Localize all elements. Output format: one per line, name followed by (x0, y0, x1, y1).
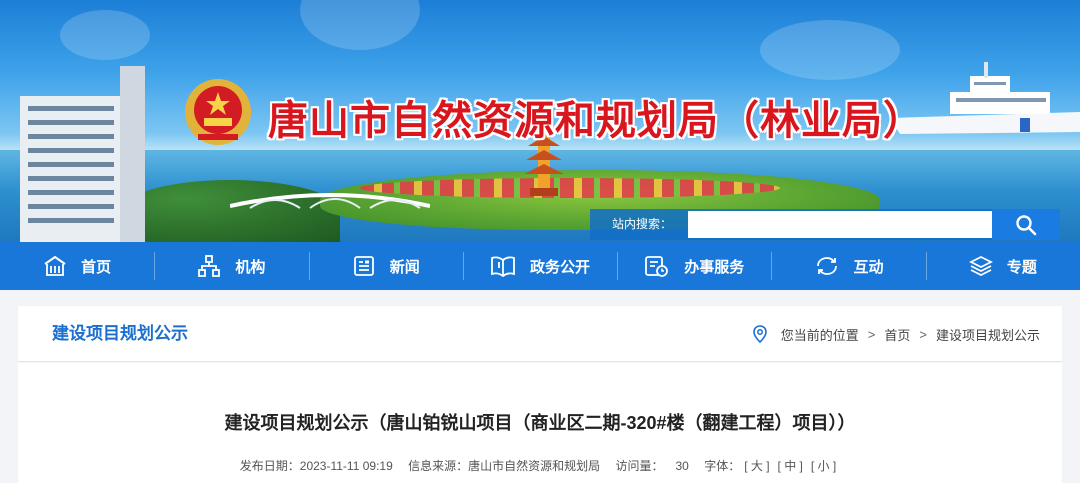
main-nav: 首页 机构 新闻 政务公开 办事服务 互动 专题 (0, 242, 1080, 290)
nav-item-label: 专题 (1006, 258, 1037, 276)
search-button[interactable] (992, 209, 1060, 240)
office-building-image (20, 66, 145, 242)
breadcrumb-separator: > (919, 326, 927, 342)
breadcrumb: 您当前的位置 > 首页 > 建设项目规划公示 (752, 306, 1040, 362)
nav-item-interaction[interactable]: 互动 (771, 242, 925, 290)
nav-item-gov-open[interactable]: 政务公开 (462, 242, 617, 290)
breadcrumb-current-link[interactable]: 建设项目规划公示 (936, 325, 1040, 344)
nav-item-label: 互动 (853, 258, 884, 276)
source-label: 信息来源： (408, 459, 469, 473)
nav-item-services[interactable]: 办事服务 (617, 242, 771, 290)
font-size-large-button[interactable]: [ 大 ] (744, 459, 769, 473)
publish-date: 2023-11-11 09:19 (299, 459, 393, 473)
nav-item-org[interactable]: 机构 (154, 242, 308, 290)
nav-item-label: 办事服务 (684, 258, 745, 276)
search-input[interactable] (688, 211, 992, 238)
cloud (760, 20, 900, 80)
search-icon (1016, 214, 1037, 235)
section-title: 建设项目规划公示 (52, 324, 188, 343)
visits-field: 访问量： 30 (615, 459, 688, 473)
nav-item-label: 首页 (81, 258, 112, 276)
open-book-icon (491, 256, 515, 278)
national-emblem-icon (185, 79, 251, 145)
location-pin-icon (752, 325, 767, 343)
publish-date-field: 发布日期：2023-11-11 09:19 (240, 459, 393, 473)
interaction-icon (816, 257, 837, 275)
breadcrumb-separator: > (867, 326, 876, 342)
source-value: 唐山市自然资源和规划局 (468, 459, 601, 473)
visits-label: 访问量： (615, 459, 664, 473)
nav-item-topics[interactable]: 专题 (925, 242, 1080, 290)
cloud (300, 0, 420, 50)
service-icon (645, 256, 669, 277)
bridge-image (230, 193, 430, 209)
source-field: 信息来源：唐山市自然资源和规划局 (408, 459, 600, 473)
breadcrumb-bar: 建设项目规划公示 您当前的位置 > 首页 > 建设项目规划公示 (18, 306, 1062, 362)
nav-item-home[interactable]: 首页 (0, 242, 154, 290)
news-icon (353, 256, 374, 276)
font-size-label: 字体： (704, 459, 741, 473)
article-panel: 建设项目规划公示（唐山铂锐山项目（商业区二期-320#楼（翻建工程）项目）） 发… (18, 363, 1062, 483)
nav-item-label: 政务公开 (529, 258, 590, 276)
font-size-field: 字体：[ 大 ] [ 中 ] [ 小 ] (704, 459, 840, 473)
nav-item-label: 新闻 (389, 258, 420, 276)
article-meta: 发布日期：2023-11-11 09:19 信息来源：唐山市自然资源和规划局 访… (18, 457, 1062, 474)
breadcrumb-home-link[interactable]: 首页 (884, 325, 910, 344)
nav-item-label: 机构 (235, 258, 266, 276)
layers-icon (968, 255, 993, 277)
nav-item-news[interactable]: 新闻 (308, 242, 463, 290)
font-size-small-button[interactable]: [ 小 ] (811, 459, 836, 473)
home-icon (44, 255, 66, 276)
org-chart-icon (198, 255, 221, 277)
header-banner: 唐山市自然资源和规划局（林业局） 站内搜索： (0, 0, 1080, 242)
article-title: 建设项目规划公示（唐山铂锐山项目（商业区二期-320#楼（翻建工程）项目）） (224, 413, 856, 433)
visits-count: 30 (675, 459, 689, 473)
publish-date-label: 发布日期： (239, 459, 300, 473)
search-label: 站内搜索： (612, 217, 673, 231)
breadcrumb-prefix: 您当前的位置 (780, 327, 859, 343)
cloud (60, 10, 150, 60)
site-title: 唐山市自然资源和规划局（林业局） (268, 97, 924, 144)
font-size-medium-button[interactable]: [ 中 ] (778, 459, 803, 473)
